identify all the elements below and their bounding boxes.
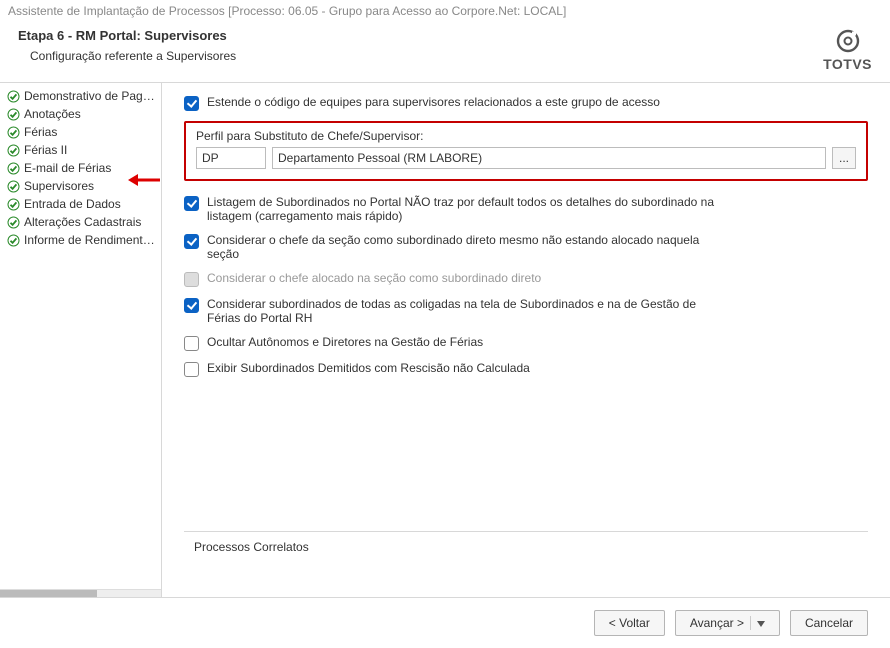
checkbox-allocated-chief-direct [184, 272, 199, 287]
checkbox-all-affiliates-subordinates[interactable] [184, 298, 199, 313]
check-icon [6, 125, 20, 139]
sidebar-item[interactable]: Férias [0, 123, 161, 141]
checkbox-subordinate-listing-fast[interactable] [184, 196, 199, 211]
check-icon [6, 215, 20, 229]
profile-code-input[interactable] [196, 147, 266, 169]
step-subtitle: Configuração referente a Supervisores [30, 49, 236, 63]
checkbox-label: Considerar o chefe da seção como subordi… [207, 233, 727, 261]
check-icon [6, 161, 20, 175]
check-icon [6, 233, 20, 247]
wizard-footer: < Voltar Avançar > Cancelar [0, 597, 890, 648]
checkbox-label: Exibir Subordinados Demitidos com Rescis… [207, 361, 868, 375]
totvs-icon [835, 28, 861, 54]
check-icon [6, 107, 20, 121]
sidebar-steps: Demonstrativo de Pagamen Anotações Férias F… [0, 83, 162, 597]
sidebar-item[interactable]: Supervisores [0, 177, 161, 195]
content-panel: Estende o código de equipes para supervi… [162, 83, 890, 597]
check-icon [6, 143, 20, 157]
next-button[interactable]: Avançar > [675, 610, 780, 636]
totvs-logo: TOTVS [823, 28, 872, 72]
sidebar-item-label: Anotações [24, 107, 81, 121]
related-processes-panel: Processos Correlatos [184, 531, 868, 589]
check-icon [6, 179, 20, 193]
checkbox-label: Ocultar Autônomos e Diretores na Gestão … [207, 335, 868, 349]
sidebar-scrollbar[interactable] [0, 589, 161, 597]
profile-substitute-group: Perfil para Substituto de Chefe/Supervis… [184, 121, 868, 181]
checkbox-label: Considerar o chefe alocado na seção como… [207, 271, 868, 285]
sidebar-item[interactable]: Anotações [0, 105, 161, 123]
cancel-button[interactable]: Cancelar [790, 610, 868, 636]
profile-lookup-button[interactable]: ... [832, 147, 856, 169]
sidebar-item[interactable]: Entrada de Dados [0, 195, 161, 213]
checkbox-label: Listagem de Subordinados no Portal NÃO t… [207, 195, 727, 223]
sidebar-item[interactable]: Férias II [0, 141, 161, 159]
sidebar-item-label: Alterações Cadastrais [24, 215, 141, 229]
sidebar-item[interactable]: E-mail de Férias [0, 159, 161, 177]
checkbox-extend-team-code[interactable] [184, 96, 199, 111]
checkbox-section-chief-direct[interactable] [184, 234, 199, 249]
next-dropdown-icon[interactable] [750, 616, 765, 630]
window-title: Assistente de Implantação de Processos [… [0, 0, 890, 22]
sidebar-item-label: Supervisores [24, 179, 94, 193]
sidebar-item-label: Informe de Rendimentos [24, 233, 155, 247]
checkbox-show-dismissed-unresolved[interactable] [184, 362, 199, 377]
check-icon [6, 89, 20, 103]
wizard-window: Assistente de Implantação de Processos [… [0, 0, 890, 648]
sidebar-item-label: E-mail de Férias [24, 161, 111, 175]
checkbox-label: Considerar subordinados de todas as coli… [207, 297, 727, 325]
wizard-header: Etapa 6 - RM Portal: Supervisores Config… [0, 22, 890, 83]
related-processes-label: Processos Correlatos [194, 540, 309, 554]
checkbox-hide-autonomous-directors[interactable] [184, 336, 199, 351]
step-title: Etapa 6 - RM Portal: Supervisores [18, 28, 236, 43]
sidebar-item[interactable]: Demonstrativo de Pagamen [0, 87, 161, 105]
sidebar-item[interactable]: Informe de Rendimentos [0, 231, 161, 249]
sidebar-item-label: Demonstrativo de Pagamen [24, 89, 155, 103]
checkbox-label: Estende o código de equipes para supervi… [207, 95, 868, 109]
profile-description-input[interactable] [272, 147, 826, 169]
back-button[interactable]: < Voltar [594, 610, 665, 636]
sidebar-item-label: Entrada de Dados [24, 197, 121, 211]
sidebar-item-label: Férias II [24, 143, 67, 157]
profile-group-title: Perfil para Substituto de Chefe/Supervis… [196, 129, 856, 143]
sidebar-item[interactable]: Alterações Cadastrais [0, 213, 161, 231]
sidebar-item-label: Férias [24, 125, 57, 139]
check-icon [6, 197, 20, 211]
